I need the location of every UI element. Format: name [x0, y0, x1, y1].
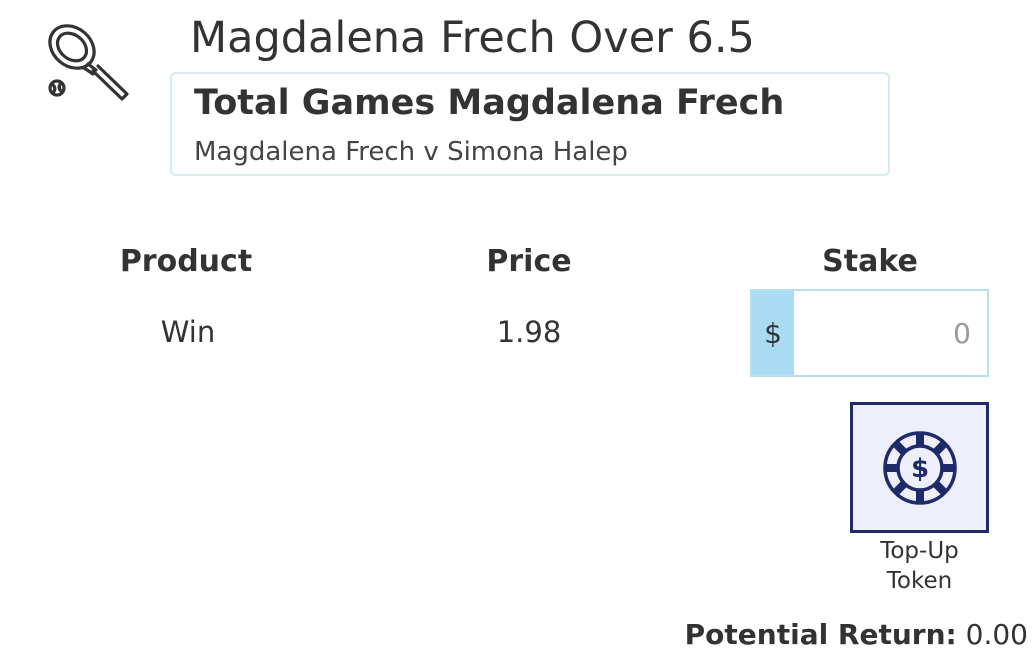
tennis-racket-icon	[42, 20, 130, 104]
price-value: 1.98	[496, 315, 562, 349]
bet-slip-item: Magdalena Frech Over 6.5 Total Games Mag…	[0, 0, 1036, 666]
market-name: Total Games Magdalena Frech	[194, 83, 785, 123]
product-value: Win	[160, 315, 216, 349]
stake-input[interactable]	[794, 291, 987, 375]
dollar-chip-icon: $	[882, 430, 957, 505]
top-up-token-label: Top-Up Token	[850, 536, 989, 596]
price-column-header: Price	[486, 244, 572, 279]
market-info-box: Total Games Magdalena Frech Magdalena Fr…	[170, 72, 890, 176]
stake-input-group: $	[750, 289, 989, 377]
currency-symbol: $	[752, 291, 794, 375]
stake-column-header: Stake	[822, 244, 918, 279]
potential-return-label: Potential Return:	[684, 618, 957, 651]
svg-text:$: $	[910, 454, 928, 484]
potential-return: Potential Return: 0.00	[685, 616, 1028, 654]
event-name: Magdalena Frech v Simona Halep	[194, 137, 628, 167]
product-column-header: Product	[119, 244, 253, 279]
potential-return-value: 0.00	[965, 618, 1028, 651]
selection-title: Magdalena Frech Over 6.5	[190, 13, 755, 63]
token-label-line1: Top-Up	[880, 538, 959, 564]
token-label-line2: Token	[886, 568, 953, 594]
top-up-token-button[interactable]: $	[850, 402, 989, 533]
